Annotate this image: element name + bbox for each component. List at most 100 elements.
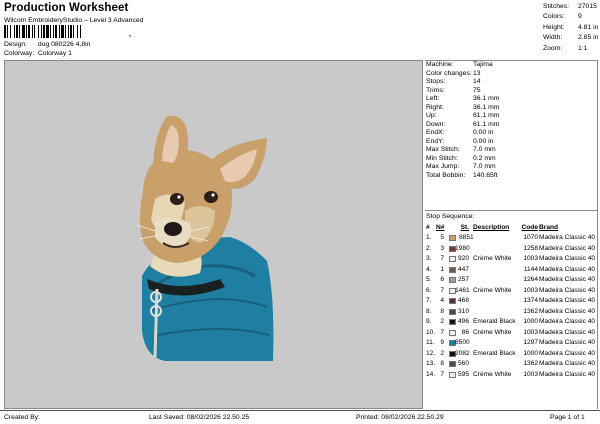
design-value: dog 080226 4,8in <box>37 41 91 48</box>
stat-width: Width: 2.85 in <box>543 33 598 43</box>
page-title: Production Worksheet <box>4 2 129 14</box>
row-needle: 7 <box>440 370 444 378</box>
info-label: Stops: <box>426 78 446 85</box>
row-needle: 5 <box>440 234 444 241</box>
stat-value: 4.81 in <box>578 23 599 31</box>
row-brand: Madeira Classic 40 <box>539 244 596 252</box>
row-code: 1003 <box>523 286 538 294</box>
row-brand: Madeira Classic 40 <box>539 360 596 367</box>
info-value: 0.00 in <box>473 137 494 145</box>
info-value: 7.0 mm <box>473 146 496 153</box>
row-brand: Madeira Classic 40 <box>539 276 596 283</box>
row-code: 1362 <box>523 360 538 367</box>
row-brand: Madeira Classic 40 <box>539 318 596 325</box>
info-label: Color changes: <box>426 69 472 77</box>
stat-value: 27015 <box>578 3 597 10</box>
row-index: 12. <box>426 349 436 357</box>
software-subtitle: Wilcom EmbroideryStudio – Level 3 Advanc… <box>4 17 144 24</box>
info-color-changes: Color changes: 13 <box>425 70 597 79</box>
info-value: 0.00 in <box>473 129 494 136</box>
colorway-value: Colorway 1 <box>37 50 72 57</box>
row-description: Crème White <box>473 328 512 336</box>
table-row: 2. 3 1980 1258 Madeira Classic 40 <box>425 244 598 254</box>
colorway-line: Colorway: Colorway 1 <box>4 50 72 57</box>
table-row: 9. 2 496 Emerald Black 1000 Madeira Classic 4… <box>425 317 598 327</box>
row-needle: 7 <box>440 286 444 294</box>
row-needle: 7 <box>440 255 444 262</box>
colorway-label: Colorway: <box>4 50 35 57</box>
stat-height: Height: 4.81 in <box>543 23 598 33</box>
embroidery-dog-image <box>136 115 274 361</box>
row-brand: Madeira Classic 40 <box>539 328 596 336</box>
table-row: 4. 1 447 1144 Madeira Classic 40 <box>425 265 598 275</box>
info-value: 14 <box>473 78 481 85</box>
stat-label: Stitches: <box>543 3 570 10</box>
row-stitches: 447 <box>457 265 469 273</box>
row-brand: Madeira Classic 40 <box>539 255 596 262</box>
row-code: 1003 <box>523 370 538 378</box>
col-header-index: # <box>426 224 430 231</box>
barcode <box>4 25 128 38</box>
stat-zoom: Zoom: 1:1 <box>543 44 598 54</box>
stat-label: Colors: <box>543 13 565 21</box>
row-code: 1070 <box>523 234 538 241</box>
col-header-stitches: St. <box>460 224 469 231</box>
row-needle: 8 <box>440 307 444 315</box>
row-needle: 6 <box>440 276 444 283</box>
row-index: 4. <box>426 265 432 273</box>
info-value: 61.1 mm <box>473 112 500 119</box>
info-label: Right: <box>426 103 444 111</box>
row-description: Emerald Black <box>473 318 516 325</box>
info-label: Max Stitch: <box>426 146 460 153</box>
row-code: 1000 <box>523 318 538 325</box>
row-needle: 7 <box>440 328 444 336</box>
table-row: 10. 7 86 Crème White 1003 Madeira Classic 40 <box>425 328 598 338</box>
divider <box>425 210 598 211</box>
row-stitches: 8500 <box>455 339 470 346</box>
table-row: 12. 2 2082 Emerald Black 1000 Madeira Classic… <box>425 349 598 359</box>
row-code: 1264 <box>523 276 538 283</box>
info-max-jump: Max Jump: 7.0 mm <box>425 163 597 172</box>
barcode-tail: , <box>129 31 131 38</box>
table-row: 7. 4 468 1374 Madeira Classic 40 <box>425 296 598 306</box>
info-min-stitch: Min Stitch: 0.2 mm <box>425 155 597 164</box>
col-header-needle: N# <box>436 224 445 231</box>
info-total-bobbin: Total Bobbin: 140.65ft <box>425 172 597 181</box>
row-brand: Madeira Classic 40 <box>539 339 596 346</box>
info-value: 36.1 mm <box>473 95 500 102</box>
color-swatch <box>449 235 456 241</box>
row-code: 1258 <box>523 244 538 252</box>
info-trims: Trims: 75 <box>425 87 597 96</box>
table-row: 1. 5 8851 1070 Madeira Classic 40 <box>425 233 598 243</box>
info-up: Up: 61.1 mm <box>425 112 597 121</box>
row-description: Emerald Black <box>473 349 516 357</box>
row-index: 8. <box>426 307 432 315</box>
info-label: Up: <box>426 112 437 119</box>
row-code: 1003 <box>523 255 538 262</box>
info-label: Down: <box>426 120 446 128</box>
info-max-stitch: Max Stitch: 7.0 mm <box>425 146 597 155</box>
row-brand: Madeira Classic 40 <box>539 234 596 241</box>
row-stitches: 257 <box>457 276 469 283</box>
row-stitches: 310 <box>457 307 469 315</box>
info-label: Total Bobbin: <box>426 171 466 179</box>
info-value: 36.1 mm <box>473 103 500 111</box>
info-endx: EndX: 0.00 in <box>425 129 597 138</box>
info-value: 75 <box>473 86 481 94</box>
stop-sequence-title: Stop Sequence: <box>426 213 475 220</box>
barcode-bar <box>81 25 82 38</box>
row-index: 6. <box>426 286 432 294</box>
row-index: 14. <box>426 370 436 378</box>
row-index: 5. <box>426 276 432 283</box>
row-brand: Madeira Classic 40 <box>539 307 596 315</box>
stat-value: 9 <box>578 13 582 21</box>
row-index: 1. <box>426 234 432 241</box>
table-row: 6. 7 1461 Crème White 1003 Madeira Classic 40 <box>425 286 598 296</box>
row-needle: 9 <box>440 339 444 346</box>
info-stops: Stops: 14 <box>425 78 597 87</box>
printed-date: Printed: 08/02/2026 22.50.29 <box>356 414 444 421</box>
info-down: Down: 61.1 mm <box>425 121 597 130</box>
row-stitches: 595 <box>457 370 469 378</box>
row-stitches: 468 <box>457 297 469 304</box>
info-value: 0.2 mm <box>473 154 496 162</box>
